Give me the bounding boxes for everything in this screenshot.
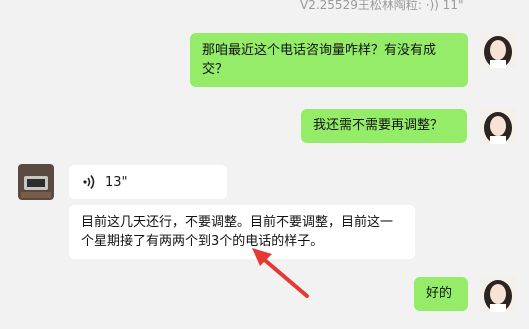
contact-avatar[interactable]	[18, 164, 54, 200]
voice-wave-icon	[83, 175, 95, 189]
top-caption: V2.25529王松林陶粒: ·)) 11"	[300, 0, 464, 12]
my-avatar[interactable]	[480, 108, 516, 144]
message-text: 我还需不需要再调整？	[313, 118, 444, 133]
voice-message-bubble[interactable]: 13"	[69, 165, 227, 199]
annotation-arrow	[252, 248, 309, 298]
outgoing-message-bubble[interactable]: 那咱最近这个电话咨询量咋样？有没有成交？	[190, 33, 468, 87]
my-avatar[interactable]	[480, 32, 516, 68]
my-avatar[interactable]	[480, 276, 516, 312]
outgoing-message-bubble[interactable]: 好的	[414, 277, 468, 311]
message-text: 那咱最近这个电话咨询量咋样？有没有成交？	[202, 43, 437, 77]
message-text: 好的	[426, 286, 453, 301]
outgoing-message-bubble[interactable]: 我还需不需要再调整？	[301, 109, 467, 143]
voice-duration: 13"	[105, 174, 128, 190]
incoming-message-bubble[interactable]: 目前这几天还行，不要调整。目前不要调整，目前这一个星期接了有两两个到3个的电话的…	[69, 205, 415, 259]
message-text: 目前这几天还行，不要调整。目前不要调整，目前这一个星期接了有两两个到3个的电话的…	[81, 215, 394, 249]
